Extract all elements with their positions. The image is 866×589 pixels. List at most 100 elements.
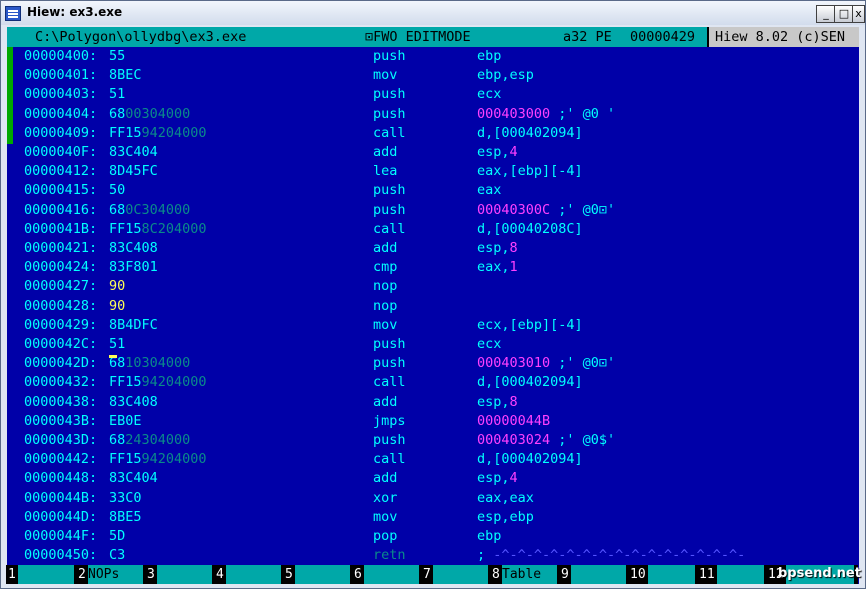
code-row[interactable]: 00000424: 83F801 cmp eax,1 xyxy=(7,258,859,277)
code-row[interactable]: 00000412: 8D45FC lea eax,[ebp][-4] xyxy=(7,162,859,181)
row-hex-bytes[interactable]: 8BE5 xyxy=(109,508,142,527)
row-address: 00000442: xyxy=(24,451,98,468)
row-hex-bytes[interactable]: 51 xyxy=(109,85,125,104)
row-hex-bytes[interactable]: C3 xyxy=(109,546,125,565)
fkey-2[interactable]: 2 NOPs xyxy=(78,565,145,584)
fkey-11[interactable]: 11 xyxy=(699,565,766,584)
row-operands: d,[000402094] xyxy=(477,451,583,468)
row-address: 00000432: xyxy=(24,374,98,391)
row-address: 0000042C: xyxy=(24,336,98,352)
row-address: 0000040F: xyxy=(24,144,98,160)
code-row[interactable]: 00000432: FF1594204000 call d,[000402094] xyxy=(7,373,859,392)
code-row[interactable]: 00000404: 6800304000 push 000403000 ;' @0 ' xyxy=(7,105,859,124)
row-hex-bytes[interactable]: 8BEC xyxy=(109,66,142,85)
row-mnemonic: push xyxy=(373,432,406,448)
app-brand: Hiew 8.02 (c)SEN xyxy=(707,27,859,47)
row-hex-bytes[interactable]: 83C408 xyxy=(109,393,158,412)
row-hex-bytes[interactable]: 5D xyxy=(109,527,125,546)
row-hex-bytes[interactable]: 51 xyxy=(109,335,125,354)
code-row[interactable]: 00000429: 8B4DFC mov ecx,[ebp][-4] xyxy=(7,316,859,335)
row-address: 00000428: xyxy=(24,297,98,314)
row-operands: ebp xyxy=(477,528,502,544)
code-row[interactable]: 0000044B: 33C0 xor eax,eax xyxy=(7,489,859,508)
code-row[interactable]: 00000421: 83C408 add esp,8 xyxy=(7,239,859,258)
fkey-10[interactable]: 10 xyxy=(630,565,697,584)
row-hex-bytes[interactable]: FF1594204000 xyxy=(109,450,207,469)
row-operands: eax xyxy=(477,182,502,199)
code-row[interactable]: 0000043B: EB0E jmps 00000044B xyxy=(7,412,859,431)
row-hex-bytes[interactable]: 90 xyxy=(109,297,125,316)
row-operands: ebp,esp xyxy=(477,67,534,84)
row-hex-bytes[interactable]: EB0E xyxy=(109,412,142,431)
row-hex-bytes[interactable]: FF1594204000 xyxy=(109,373,207,392)
code-row[interactable]: 00000401: 8BEC mov ebp,esp xyxy=(7,66,859,85)
fkey-4[interactable]: 4 xyxy=(216,565,283,584)
code-row[interactable]: 00000448: 83C404 add esp,4 xyxy=(7,469,859,488)
fkey-number: 9 xyxy=(561,565,569,584)
code-row[interactable]: 0000041B: FF158C204000 call d,[00040208C] xyxy=(7,220,859,239)
row-hex-bytes[interactable]: 83C404 xyxy=(109,143,158,162)
row-hex-bytes[interactable]: FF158C204000 xyxy=(109,220,207,239)
row-address: 0000043D: xyxy=(24,432,98,448)
row-hex-bytes[interactable]: 90 xyxy=(109,277,125,296)
row-hex-bytes[interactable]: 83C408 xyxy=(109,239,158,258)
code-row[interactable]: 0000042C: 51 push ecx xyxy=(7,335,859,354)
row-hex-bytes[interactable]: 83F801 xyxy=(109,258,158,277)
code-row[interactable]: 00000403: 51 push ecx xyxy=(7,85,859,104)
app-grid-icon[interactable] xyxy=(5,6,21,21)
maximize-button[interactable]: □ xyxy=(834,5,854,23)
fkey-number: 1 xyxy=(8,565,16,584)
fkey-label: Table xyxy=(502,565,557,584)
code-row[interactable]: 00000427: 90 nop xyxy=(7,277,859,296)
row-hex-bytes[interactable]: 6810304000 xyxy=(109,354,190,373)
fkey-number: 8 xyxy=(492,565,500,584)
code-row[interactable]: 00000416: 680C304000 push 00040300C ;' @0⊡' xyxy=(7,201,859,220)
code-row[interactable]: 00000415: 50 push eax xyxy=(7,181,859,200)
row-mnemonic: push xyxy=(373,105,406,122)
row-mnemonic: pop xyxy=(373,528,398,544)
title-bar[interactable]: Hiew: ex3.exe _ □ x xyxy=(1,1,865,25)
row-hex-bytes[interactable]: 55 xyxy=(109,47,125,66)
fkey-number: 3 xyxy=(147,565,155,584)
row-hex-bytes[interactable]: 33C0 xyxy=(109,489,142,508)
arch-indicator: a32 PE xyxy=(563,29,612,45)
edit-mode-indicator: ⊡FWO EDITMODE xyxy=(365,29,471,45)
row-hex-bytes[interactable]: 6824304000 xyxy=(109,431,190,450)
fkey-9[interactable]: 9 xyxy=(561,565,628,584)
row-hex-bytes[interactable]: 8D45FC xyxy=(109,162,158,181)
row-hex-bytes[interactable]: FF1594204000 xyxy=(109,124,207,143)
row-address: 00000412: xyxy=(24,163,98,180)
code-row[interactable]: 0000044F: 5D pop ebp xyxy=(7,527,859,546)
fkey-label xyxy=(157,565,212,584)
code-row[interactable]: 0000040F: 83C404 add esp,4 xyxy=(7,143,859,162)
row-hex-bytes[interactable]: 83C404 xyxy=(109,469,158,488)
code-row[interactable]: 00000400: 55 push ebp xyxy=(7,47,859,66)
row-operands: ecx xyxy=(477,336,502,352)
row-hex-bytes[interactable]: 8B4DFC xyxy=(109,316,158,335)
row-mnemonic: cmp xyxy=(373,259,398,276)
code-row[interactable]: 00000409: FF1594204000 call d,[000402094] xyxy=(7,124,859,143)
row-hex-bytes[interactable]: 6800304000 xyxy=(109,105,190,124)
fkey-1[interactable]: 1 xyxy=(8,565,76,584)
fkey-8[interactable]: 8 Table xyxy=(492,565,559,584)
fkey-5[interactable]: 5 xyxy=(285,565,352,584)
code-row[interactable]: 0000042D: 6810304000 push 000403010 ;' @0⊡' xyxy=(7,354,859,373)
row-operands: eax,1 xyxy=(477,259,518,276)
row-hex-bytes[interactable]: 680C304000 xyxy=(109,201,190,220)
row-mnemonic: lea xyxy=(373,163,398,180)
row-operands: esp,4 xyxy=(477,144,518,160)
fkey-7[interactable]: 7 xyxy=(423,565,490,584)
disassembly-view[interactable]: C:\Polygon\ollydbg\ex3.exe ⊡FWO EDITMODE… xyxy=(7,27,859,584)
fkey-6[interactable]: 6 xyxy=(354,565,421,584)
code-row[interactable]: 0000043D: 6824304000 push 000403024 ;' @0$' xyxy=(7,431,859,450)
code-row[interactable]: 00000450: C3 retn ; -^-^-^-^-^-^-^-^-^-^-^-… xyxy=(7,546,859,565)
row-mnemonic: push xyxy=(373,355,406,372)
code-row[interactable]: 00000442: FF1594204000 call d,[000402094] xyxy=(7,450,859,469)
minimize-button[interactable]: _ xyxy=(816,5,836,23)
fkey-3[interactable]: 3 xyxy=(147,565,214,584)
code-row[interactable]: 00000428: 90 nop xyxy=(7,297,859,316)
close-button[interactable]: x xyxy=(852,5,865,23)
row-hex-bytes[interactable]: 50 xyxy=(109,181,125,200)
code-row[interactable]: 0000044D: 8BE5 mov esp,ebp xyxy=(7,508,859,527)
code-row[interactable]: 00000438: 83C408 add esp,8 xyxy=(7,393,859,412)
